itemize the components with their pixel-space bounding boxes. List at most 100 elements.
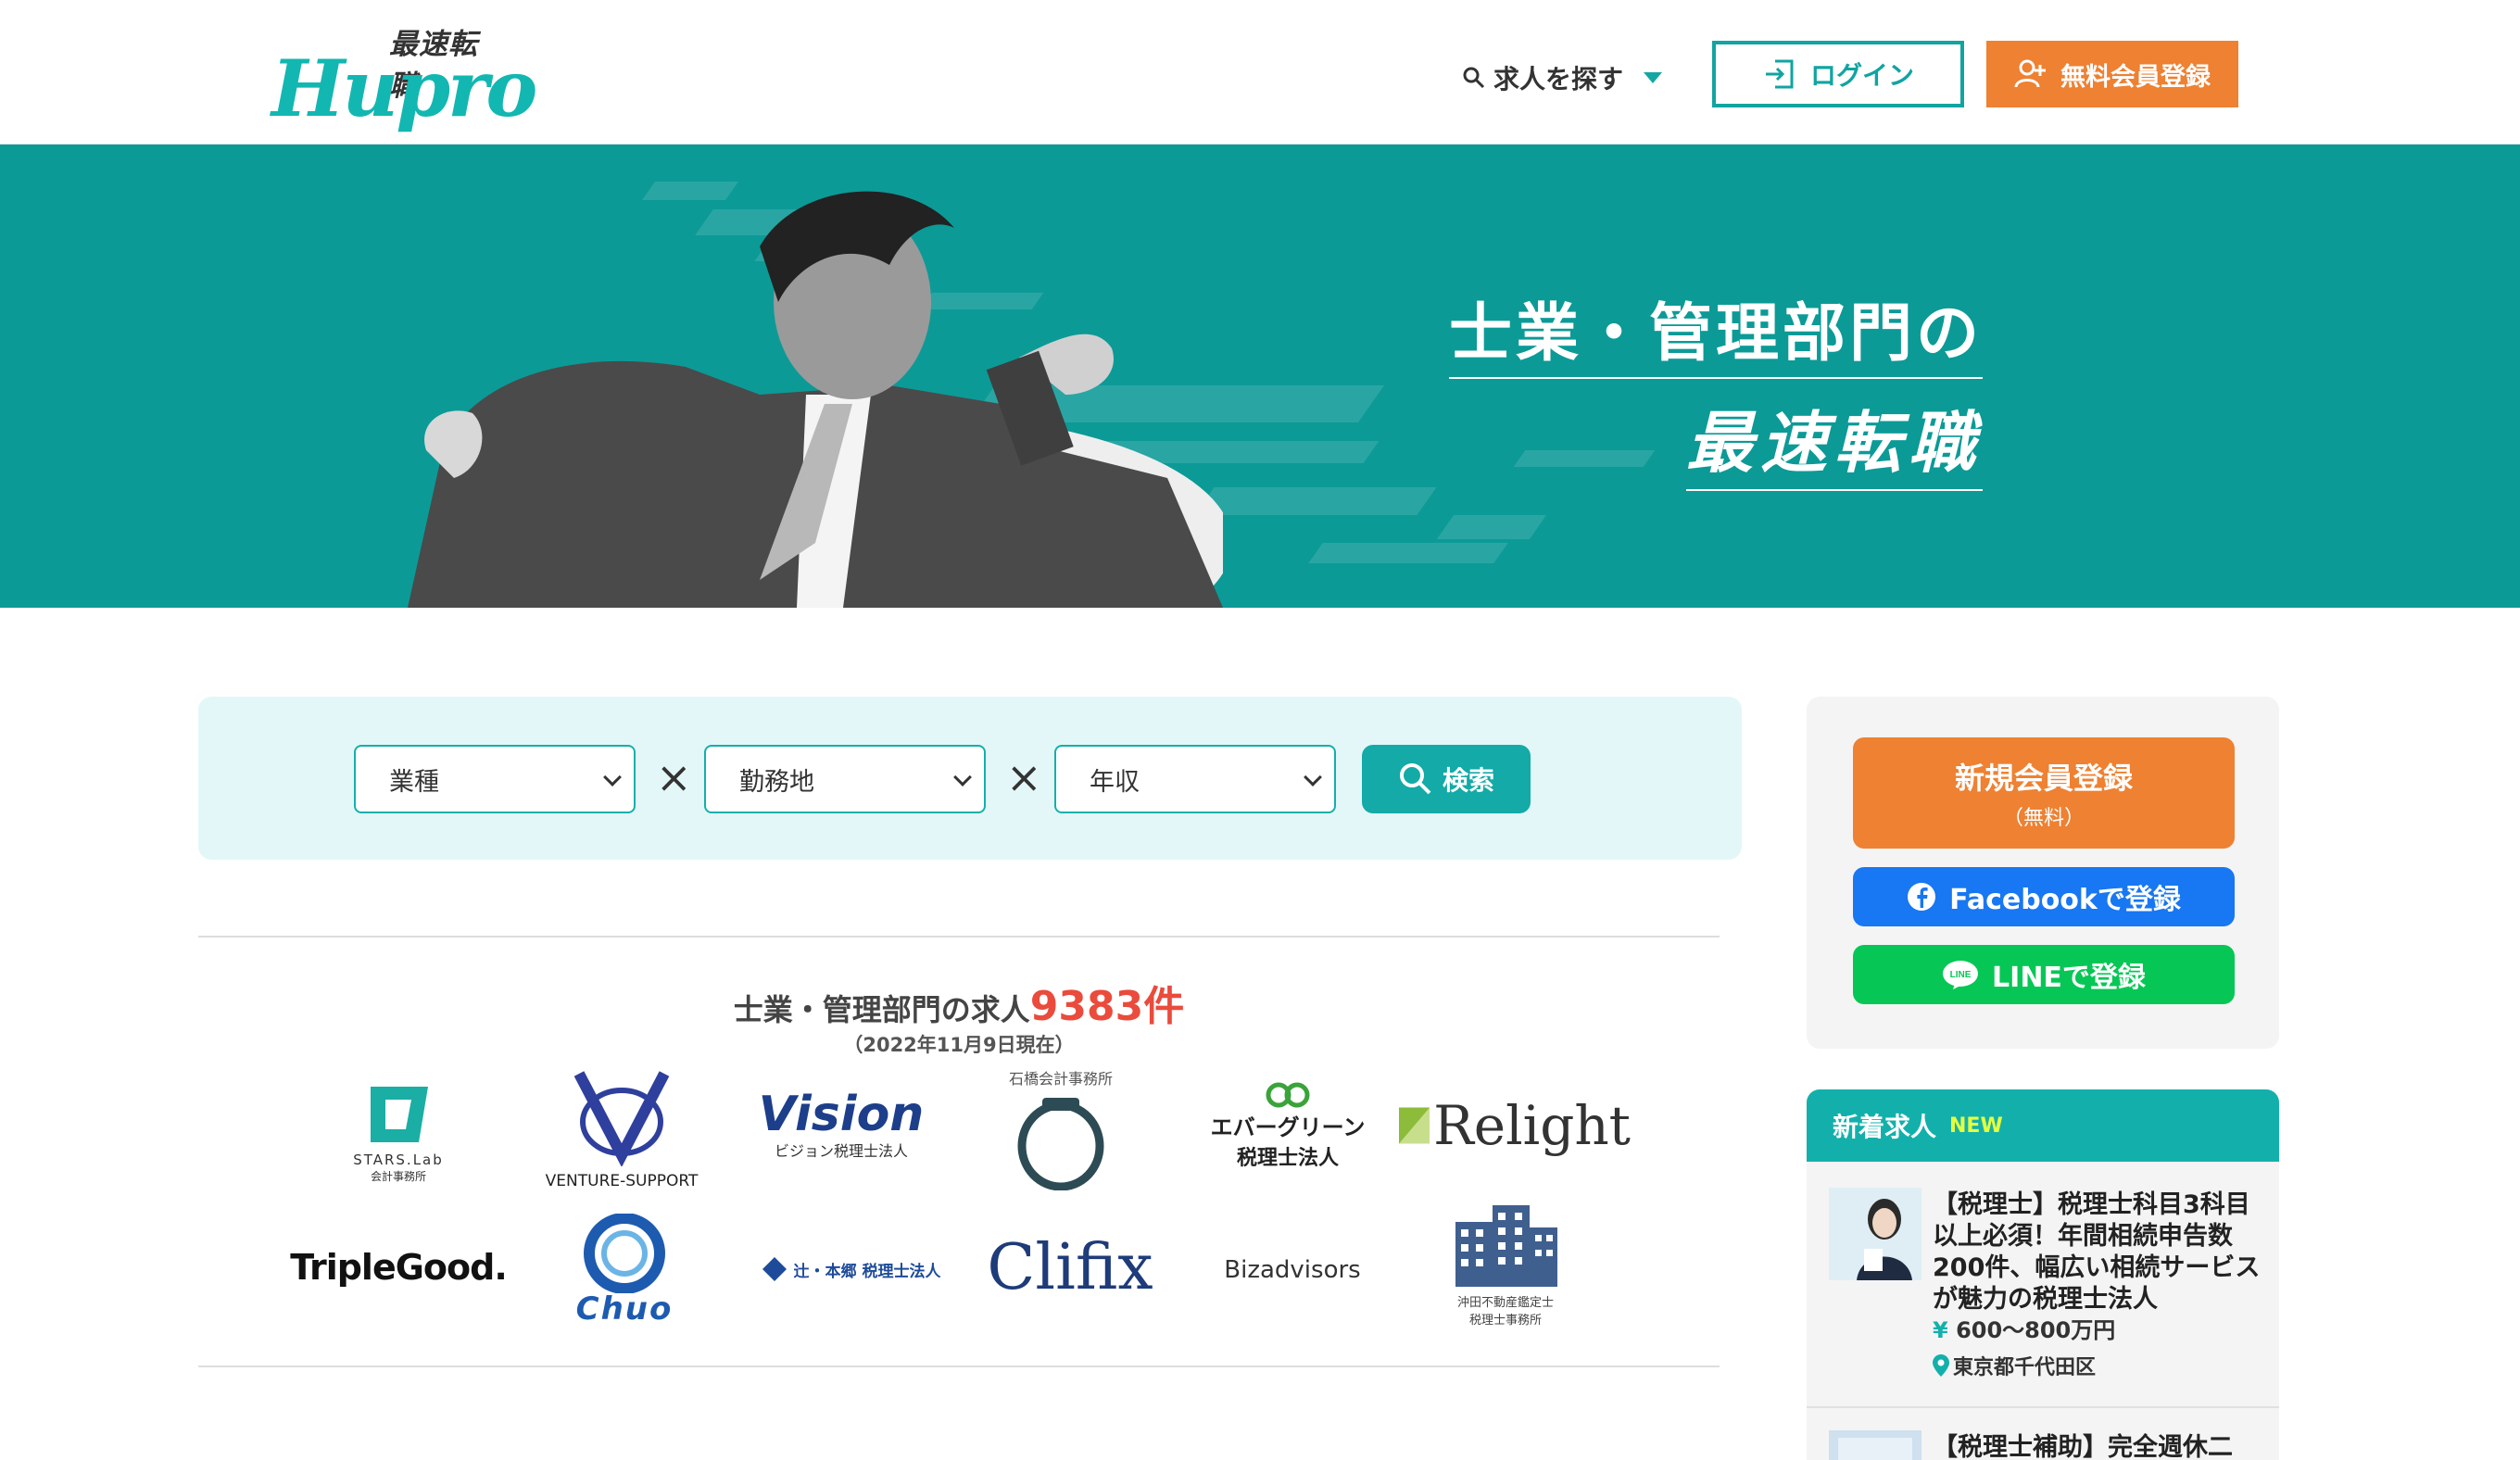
search-icon	[1463, 67, 1485, 89]
ishibashi-label: 石橋会計事務所	[1008, 1070, 1113, 1088]
svg-text:LINE: LINE	[1950, 970, 1972, 980]
new-badge: NEW	[1949, 1114, 2003, 1138]
ishibashi-ring-icon	[1017, 1098, 1104, 1190]
evergreen-sublabel: 税理士法人	[1236, 1146, 1339, 1170]
new-jobs-title: 新着求人	[1833, 1112, 1937, 1142]
job-count-date: （2022年11月9日現在）	[843, 1034, 1075, 1056]
yen-icon: ¥	[1933, 1317, 1948, 1343]
divider	[198, 936, 1720, 938]
vision-label: Vision	[758, 1087, 925, 1142]
job-salary: ¥ 600〜800万円	[1933, 1312, 2115, 1344]
stars-lab-label: STARS.Lab	[353, 1151, 444, 1168]
job-count-heading: 士業・管理部門の求人9383件	[198, 973, 1720, 1032]
logo-chuo[interactable]: Chuo	[541, 1208, 708, 1330]
triplegood-label: TripleGood.	[290, 1247, 508, 1288]
new-register-label: 新規会員登録	[1954, 761, 2133, 796]
search-button-label: 検索	[1442, 765, 1494, 796]
running-businessman-image	[408, 191, 1223, 608]
logo-relight[interactable]: Relight	[1399, 1084, 1631, 1167]
register-label: 無料会員登録	[2060, 62, 2211, 92]
chevron-down-icon	[1304, 768, 1322, 787]
tsuji-hongo-mark-icon	[762, 1257, 787, 1281]
logo-okita[interactable]: 沖田不動産鑑定士 税理士事務所	[1427, 1195, 1584, 1334]
clifix-label: Clifix	[987, 1231, 1153, 1304]
divider	[1807, 1406, 2279, 1408]
hero-banner: 士業・管理部門の 最速転職	[0, 145, 2520, 608]
line-register-button[interactable]: LINE LINEで登録	[1853, 945, 2235, 1004]
salary-select-value: 年収	[1090, 767, 1140, 797]
job-thumbnail	[1829, 1188, 1922, 1280]
logo-wordmark: Hupro	[271, 43, 537, 134]
job-title: 【税理士】税理士科目3科目以上必須！年間相続申告数200件、幅広い相続サービスが…	[1933, 1190, 2261, 1315]
stars-lab-mark-icon	[371, 1086, 428, 1142]
line-register-label: LINEで登録	[1992, 962, 2146, 994]
login-button[interactable]: ログイン	[1712, 41, 1964, 107]
line-icon: LINE	[1943, 961, 1979, 989]
free-register-button[interactable]: 無料会員登録	[1986, 41, 2238, 107]
logo-stars-lab[interactable]: STARS.Lab 会計事務所	[324, 1075, 472, 1189]
logo-bizadvisors[interactable]: Bizadvisors	[1214, 1247, 1371, 1293]
logo-triplegood[interactable]: TripleGood.	[290, 1238, 508, 1297]
venture-support-mark-icon	[573, 1071, 670, 1166]
evergreen-mark-icon	[1266, 1082, 1310, 1107]
add-user-icon	[2014, 59, 2046, 88]
login-label: ログイン	[1809, 60, 1914, 91]
bizadvisors-label: Bizadvisors	[1224, 1256, 1361, 1284]
new-jobs-header: 新着求人 NEW	[1807, 1089, 2279, 1162]
location-select-value: 勤務地	[739, 767, 814, 797]
job-count-number: 9383件	[1029, 983, 1185, 1030]
facebook-register-button[interactable]: Facebookで登録	[1853, 867, 2235, 926]
relight-mark-icon	[1399, 1107, 1430, 1144]
logo-ishibashi[interactable]: 石橋会計事務所	[982, 1065, 1140, 1191]
okita-sublabel: 税理士事務所	[1468, 1314, 1542, 1328]
registration-panel: 新規会員登録 （無料） Facebookで登録 LINE LINEで登録	[1807, 697, 2279, 1049]
times-icon: ×	[1006, 752, 1042, 802]
job-salary-value: 600〜800万円	[1956, 1317, 2116, 1343]
times-icon: ×	[656, 752, 692, 802]
chevron-down-icon	[953, 768, 972, 787]
new-jobs-panel: 新着求人 NEW 【税理士】税理士科目3科目以上必須！年間相続申告数200件、幅…	[1807, 1089, 2279, 1460]
vision-sublabel: ビジョン税理士法人	[774, 1142, 908, 1160]
salary-select[interactable]: 年収	[1054, 745, 1336, 813]
tsuji-hongo-label: 辻・本郷 税理士法人	[793, 1262, 941, 1281]
job-location-value: 東京都千代田区	[1953, 1356, 2097, 1379]
chuo-label: Chuo	[575, 1290, 674, 1328]
site-header: 最速転職 Hupro 求人を探す ログイン 無料会員登録	[0, 0, 2520, 145]
logo-clifix[interactable]: Clifix	[973, 1228, 1167, 1308]
divider	[198, 1366, 1720, 1367]
new-register-button[interactable]: 新規会員登録 （無料）	[1853, 737, 2235, 849]
login-icon	[1765, 59, 1794, 89]
job-card[interactable]: 【税理士補助】完全週休二	[1829, 1430, 2264, 1460]
logo-evergreen[interactable]: エバーグリーン 税理士法人	[1204, 1075, 1371, 1177]
industry-select-value: 業種	[389, 767, 439, 797]
hero-heading: 士業・管理部門の 最速転職	[1436, 282, 1983, 491]
new-register-sublabel: （無料）	[2002, 807, 2085, 830]
map-pin-icon	[1933, 1354, 1949, 1377]
logo-venture-support[interactable]: VENTURE-SUPPORT	[532, 1056, 712, 1201]
location-select[interactable]: 勤務地	[704, 745, 986, 813]
chevron-down-icon	[1644, 72, 1663, 83]
chuo-ring-icon	[584, 1214, 665, 1293]
industry-select[interactable]: 業種	[354, 745, 636, 813]
search-button[interactable]: 検索	[1362, 745, 1531, 813]
job-search-panel: 業種 × 勤務地 × 年収 検索	[198, 697, 1742, 860]
stars-lab-sublabel: 会計事務所	[370, 1169, 426, 1183]
logo-vision[interactable]: Vision ビジョン税理士法人	[749, 1084, 934, 1167]
facebook-register-label: Facebookで登録	[1949, 884, 2181, 916]
job-thumbnail	[1829, 1430, 1922, 1460]
hupro-logo[interactable]: 最速転職 Hupro	[264, 17, 537, 134]
job-location: 東京都千代田区	[1933, 1351, 2096, 1380]
relight-label: Relight	[1433, 1094, 1631, 1157]
logo-tsuji-hongo[interactable]: 辻・本郷 税理士法人	[749, 1241, 952, 1297]
job-card[interactable]: 【税理士】税理士科目3科目以上必須！年間相続申告数200件、幅広い相続サービスが…	[1829, 1188, 2264, 1423]
job-count-prefix: 士業・管理部門の求人	[733, 992, 1030, 1027]
nav-search-label: 求人を探す	[1493, 64, 1624, 94]
search-icon	[1399, 763, 1431, 795]
hero-line-2: 最速転職	[1685, 388, 1983, 491]
chevron-down-icon	[603, 768, 622, 787]
okita-label: 沖田不動産鑑定士	[1456, 1296, 1554, 1310]
job-title: 【税理士補助】完全週休二	[1933, 1433, 2233, 1460]
hero-line-1: 士業・管理部門の	[1448, 282, 1983, 379]
facebook-icon	[1908, 883, 1936, 911]
nav-job-search[interactable]: 求人を探す	[1462, 59, 1663, 96]
